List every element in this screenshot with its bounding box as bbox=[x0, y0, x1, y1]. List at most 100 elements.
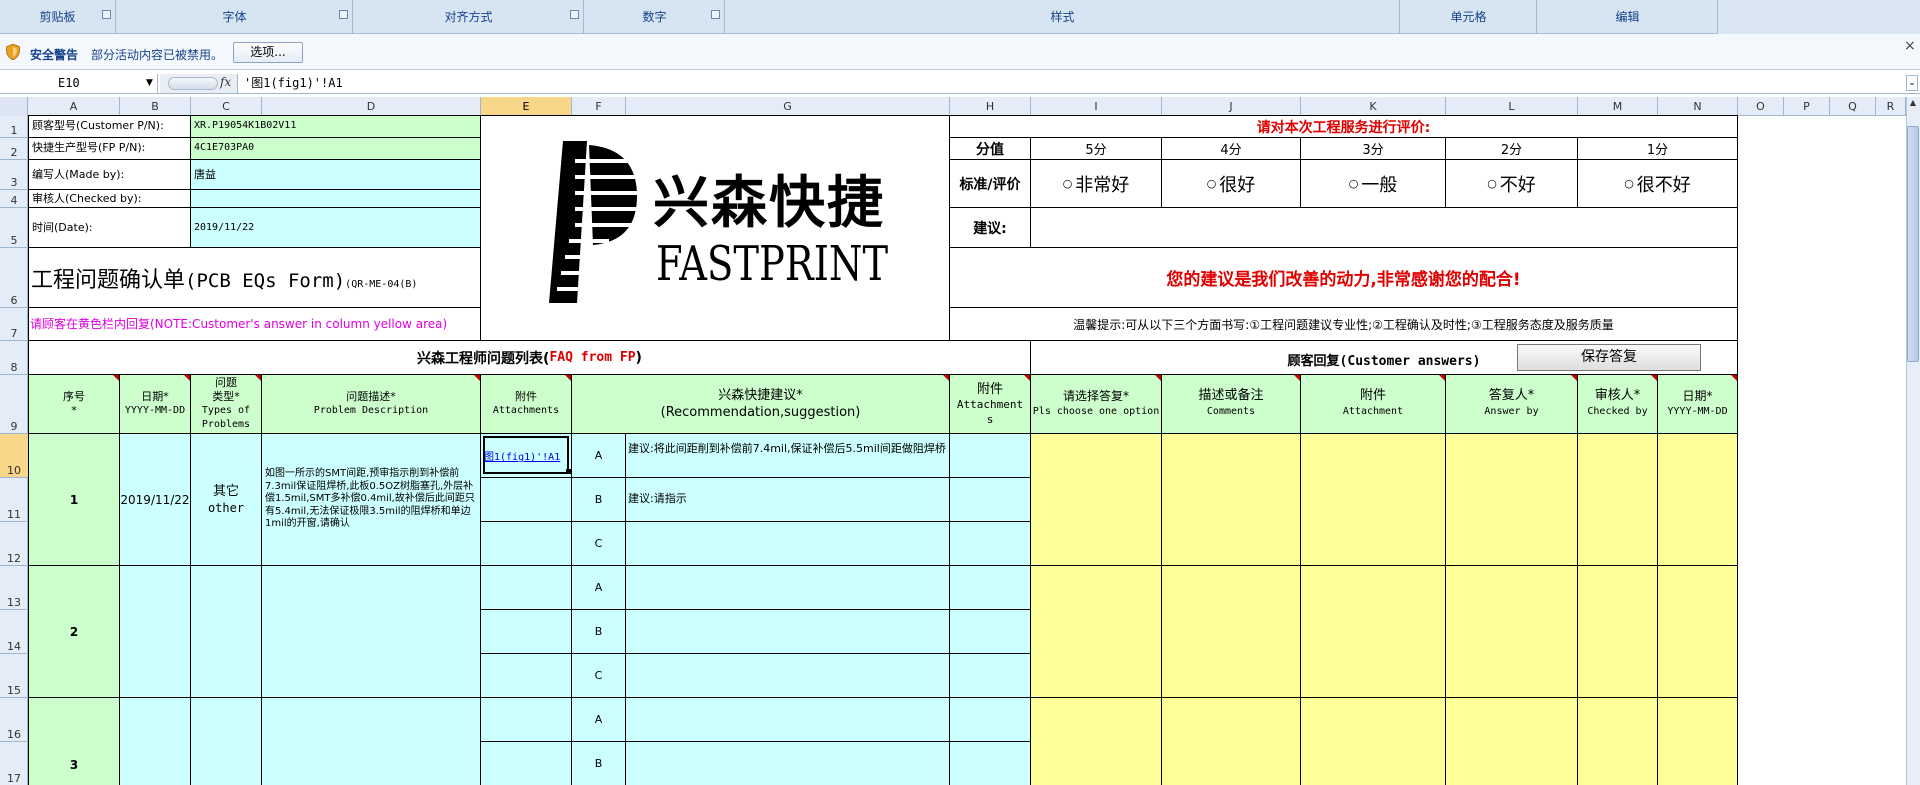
answer-date[interactable] bbox=[1658, 434, 1738, 566]
radio-icon[interactable]: ○ bbox=[1487, 177, 1497, 190]
row-header[interactable]: 4 bbox=[0, 190, 28, 208]
option-text[interactable]: 建议:将此间距削到补偿前7.4mil,保证补偿后5.5mil间距做阻焊桥 bbox=[626, 434, 950, 478]
ribbon-group-number[interactable]: 数字 bbox=[585, 0, 725, 34]
ribbon-group-styles[interactable]: 样式 bbox=[726, 0, 1400, 34]
fill-handle[interactable] bbox=[566, 469, 571, 474]
row-header[interactable]: 6 bbox=[0, 248, 28, 308]
header-attachment-3[interactable]: 附件 Attachment bbox=[1301, 375, 1446, 434]
item-description[interactable] bbox=[262, 566, 481, 698]
item-date[interactable]: 2019/11/22 bbox=[120, 434, 191, 566]
item-attachment-2[interactable] bbox=[950, 478, 1031, 522]
answer-checked-by[interactable] bbox=[1578, 566, 1658, 698]
option-text[interactable] bbox=[626, 610, 950, 654]
item-date[interactable] bbox=[120, 566, 191, 698]
item-description[interactable] bbox=[262, 698, 481, 785]
chevron-down-icon[interactable]: ▼ bbox=[146, 74, 153, 93]
ribbon-group-editing[interactable]: 编辑 bbox=[1538, 0, 1718, 34]
attachment-link[interactable]: 图1(fig1)'!A1 bbox=[484, 448, 560, 463]
answer-comments[interactable] bbox=[1162, 566, 1301, 698]
column-header-e[interactable]: E bbox=[481, 97, 572, 116]
dialog-launcher-icon[interactable] bbox=[570, 10, 579, 19]
column-header-q[interactable]: Q bbox=[1830, 97, 1876, 116]
column-header-d[interactable]: D bbox=[262, 97, 481, 116]
formula-input[interactable]: '图1(fig1)'!A1 bbox=[244, 74, 343, 93]
answer-by[interactable] bbox=[1446, 698, 1578, 785]
item-attachment-2[interactable] bbox=[950, 742, 1031, 785]
row-header[interactable]: 5 bbox=[0, 208, 28, 248]
row-header[interactable]: 9 bbox=[0, 375, 28, 434]
security-options-button[interactable]: 选项... bbox=[233, 42, 303, 63]
rating-option-good[interactable]: ○ 很好 bbox=[1162, 160, 1301, 208]
header-attachments[interactable]: 附件 Attachments bbox=[481, 375, 572, 434]
item-attachment-2[interactable] bbox=[950, 434, 1031, 478]
rating-option-very-bad[interactable]: ○ 很不好 bbox=[1578, 160, 1738, 208]
dialog-launcher-icon[interactable] bbox=[339, 10, 348, 19]
answer-by[interactable] bbox=[1446, 566, 1578, 698]
item-attachment-b[interactable] bbox=[481, 478, 572, 522]
row-header[interactable]: 16 bbox=[0, 698, 28, 742]
answer-date[interactable] bbox=[1658, 698, 1738, 785]
column-header-j[interactable]: J bbox=[1162, 97, 1301, 116]
radio-icon[interactable]: ○ bbox=[1624, 177, 1634, 190]
header-attachments-2[interactable]: 附件 Attachment s bbox=[950, 375, 1031, 434]
answer-by[interactable] bbox=[1446, 434, 1578, 566]
item-attachment-a[interactable]: 图1(fig1)'!A1 bbox=[481, 434, 572, 478]
option-text[interactable]: 建议:请指示 bbox=[626, 478, 950, 522]
option-text[interactable] bbox=[626, 742, 950, 785]
date-label[interactable]: 时间(Date): bbox=[29, 208, 191, 248]
option-text[interactable] bbox=[626, 522, 950, 566]
option-text[interactable] bbox=[626, 654, 950, 698]
name-box[interactable]: E10 bbox=[0, 74, 158, 93]
fp-pn-label[interactable]: 快捷生产型号(FP P/N): bbox=[29, 138, 191, 160]
made-by-value[interactable]: 唐益 bbox=[191, 160, 481, 190]
option-text[interactable] bbox=[626, 698, 950, 742]
column-header-r[interactable]: R bbox=[1876, 97, 1906, 116]
ribbon-group-clipboard[interactable]: 剪贴板 bbox=[0, 0, 116, 34]
answer-comments[interactable] bbox=[1162, 434, 1301, 566]
customer-note[interactable]: 请顾客在黄色栏内回复(NOTE:Customer's answer in col… bbox=[29, 308, 481, 341]
item-description[interactable]: 如图一所示的SMT间距,预审指示削到补偿前7.3mil保证阻焊桥,此板0.5OZ… bbox=[262, 434, 481, 566]
item-seq[interactable]: 1 bbox=[29, 434, 120, 566]
row-header[interactable]: 15 bbox=[0, 654, 28, 698]
header-date[interactable]: 日期* YYYY-MM-DD bbox=[120, 375, 191, 434]
item-seq-cell[interactable]: 3 bbox=[29, 698, 120, 785]
column-header-p[interactable]: P bbox=[1784, 97, 1830, 116]
ribbon-group-font[interactable]: 字体 bbox=[117, 0, 353, 34]
answer-choose-option[interactable] bbox=[1031, 434, 1162, 566]
radio-icon[interactable]: ○ bbox=[1207, 177, 1217, 190]
column-header-i[interactable]: I bbox=[1031, 97, 1162, 116]
item-seq[interactable]: 2 bbox=[29, 566, 120, 698]
suggestion-input[interactable] bbox=[1031, 208, 1738, 248]
answer-attachment[interactable] bbox=[1301, 566, 1446, 698]
row-header[interactable]: 14 bbox=[0, 610, 28, 654]
column-header-b[interactable]: B bbox=[120, 97, 191, 116]
answer-attachment[interactable] bbox=[1301, 698, 1446, 785]
item-attachment-2[interactable] bbox=[950, 610, 1031, 654]
item-attachment[interactable] bbox=[481, 654, 572, 698]
ribbon-group-cells[interactable]: 单元格 bbox=[1401, 0, 1537, 34]
item-attachment[interactable] bbox=[481, 742, 572, 785]
rating-option-bad[interactable]: ○ 不好 bbox=[1446, 160, 1578, 208]
save-reply-button[interactable]: 保存答复 bbox=[1517, 344, 1701, 371]
column-header-f[interactable]: F bbox=[572, 97, 626, 116]
row-header[interactable]: 11 bbox=[0, 478, 28, 522]
header-checked-by[interactable]: 审核人* Checked by bbox=[1578, 375, 1658, 434]
answer-comments[interactable] bbox=[1162, 698, 1301, 785]
column-header-o[interactable]: O bbox=[1738, 97, 1784, 116]
item-attachment-2[interactable] bbox=[950, 522, 1031, 566]
header-type[interactable]: 问题 类型* Types of Problems bbox=[191, 375, 262, 434]
form-title-cell[interactable]: 工程问题确认单(PCB EQs Form)(QR-ME-04(B) bbox=[29, 248, 481, 308]
item-attachment-2[interactable] bbox=[950, 654, 1031, 698]
customer-pn-label[interactable]: 顾客型号(Customer P/N): bbox=[29, 116, 191, 138]
row-header[interactable]: 2 bbox=[0, 138, 28, 160]
formula-resize-handle[interactable] bbox=[168, 77, 218, 90]
header-comments[interactable]: 描述或备注 Comments bbox=[1162, 375, 1301, 434]
dialog-launcher-icon[interactable] bbox=[102, 10, 111, 19]
dialog-launcher-icon[interactable] bbox=[711, 10, 720, 19]
close-icon[interactable]: × bbox=[1904, 38, 1916, 54]
option-text[interactable] bbox=[626, 566, 950, 610]
column-header-a[interactable]: A bbox=[28, 97, 120, 116]
header-description[interactable]: 问题描述* Problem Description bbox=[262, 375, 481, 434]
column-header-g[interactable]: G bbox=[626, 97, 950, 116]
answer-choose-option[interactable] bbox=[1031, 566, 1162, 698]
